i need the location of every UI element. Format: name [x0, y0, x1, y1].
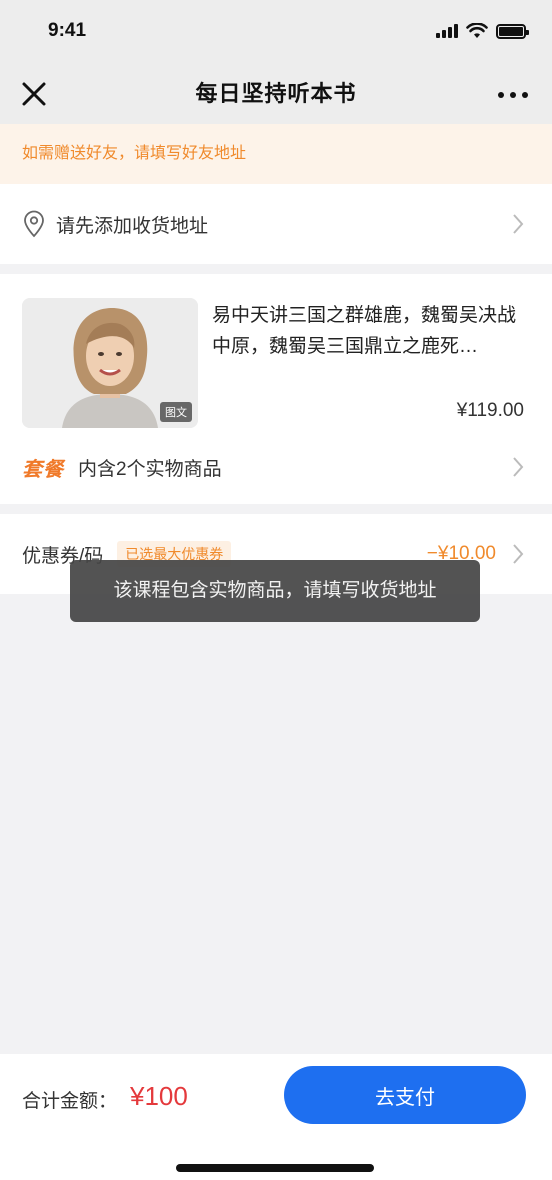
status-bar: 9:41 — [0, 0, 552, 62]
nav-bar: 每日坚持听本书 — [0, 62, 552, 124]
gift-notice-banner: 如需赠送好友，请填写好友地址 — [0, 124, 552, 184]
bundle-description: 内含2个实物商品 — [78, 458, 222, 480]
checkout-bar: 合计金额： ¥100 去支付 — [0, 1054, 552, 1180]
status-icons — [436, 22, 529, 40]
content-type-tag: 图文 — [160, 402, 192, 422]
battery-icon — [496, 23, 529, 39]
add-address-row[interactable]: 请先添加收货地址 — [0, 184, 552, 264]
status-time: 9:41 — [48, 20, 87, 41]
bundle-badge: 套餐 — [22, 458, 64, 481]
chevron-right-icon — [513, 214, 524, 234]
total-amount: ¥100 — [130, 1081, 188, 1111]
product-thumbnail: 图文 — [22, 298, 198, 428]
product-card: 图文 易中天讲三国之群雄鹿，魏蜀吴决战中原，魏蜀吴三国鼎立之鹿死… ¥119.0… — [0, 274, 552, 504]
chevron-right-icon — [513, 544, 524, 564]
location-pin-icon — [24, 210, 44, 238]
chevron-right-icon — [513, 457, 524, 477]
total-label: 合计金额： — [22, 1091, 118, 1112]
product-price: ¥119.00 — [456, 400, 524, 421]
more-icon[interactable] — [498, 92, 528, 98]
toast-message: 该课程包含实物商品，请填写收货地址 — [70, 560, 480, 622]
pay-button[interactable]: 去支付 — [284, 1066, 526, 1124]
product-title: 易中天讲三国之群雄鹿，魏蜀吴决战中原，魏蜀吴三国鼎立之鹿死… — [212, 305, 517, 357]
page-title: 每日坚持听本书 — [195, 81, 357, 106]
wifi-icon — [466, 23, 488, 38]
add-address-label: 请先添加收货地址 — [56, 215, 209, 237]
home-indicator — [176, 1164, 374, 1172]
bundle-row[interactable]: 套餐 内含2个实物商品 — [22, 452, 530, 482]
signal-icon — [436, 24, 458, 38]
